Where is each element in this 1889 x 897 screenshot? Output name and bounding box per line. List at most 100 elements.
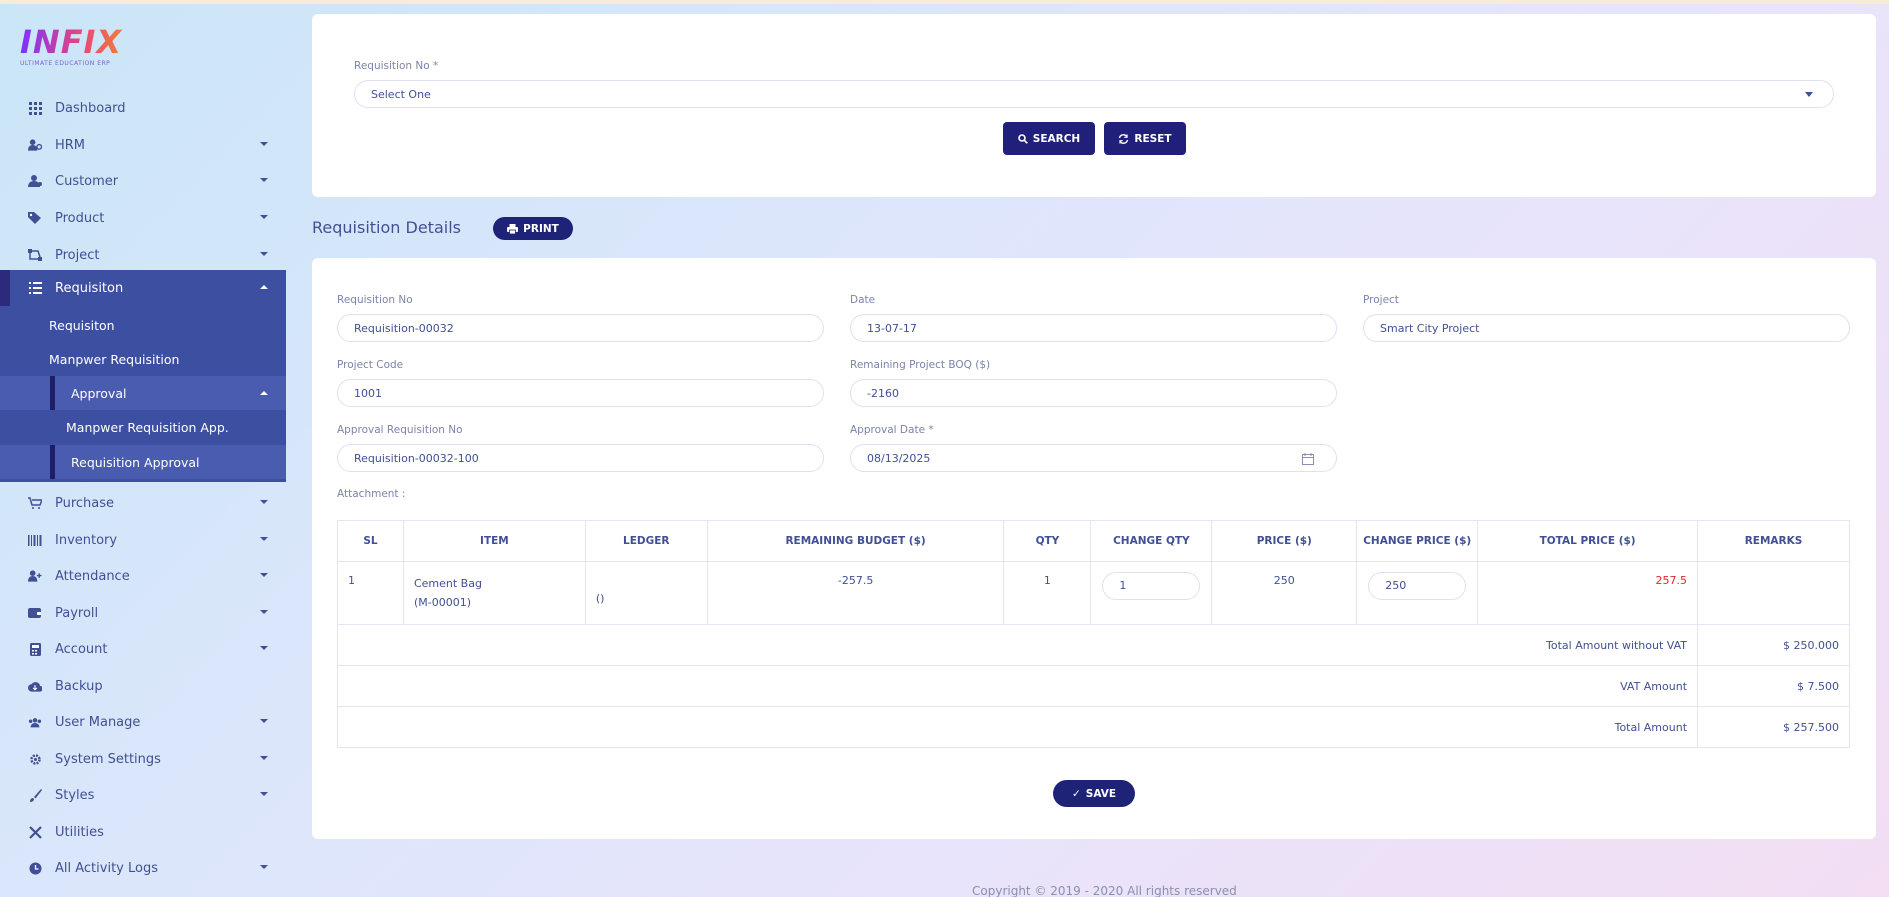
col-sl: SL <box>337 520 404 562</box>
printer-icon <box>507 223 519 234</box>
cell-change-qty: 1 <box>1090 561 1213 625</box>
col-remarks: REMARKS <box>1697 520 1850 562</box>
col-ledger: LEDGER <box>584 520 708 562</box>
submenu-item-label: Approval <box>71 385 127 401</box>
col-price: PRICE ($) <box>1211 520 1358 562</box>
chevron-down-icon <box>260 142 268 146</box>
sidebar-item-customer[interactable]: Customer <box>0 163 286 199</box>
col-change-qty: CHANGE QTY <box>1090 520 1213 562</box>
col-change-price: CHANGE PRICE ($) <box>1356 520 1479 562</box>
cell-remaining: -257.5 <box>706 561 1005 625</box>
active-indicator <box>0 270 10 306</box>
sidebar-item-label: Inventory <box>55 532 118 548</box>
details-card: Requisition No Requisition-00032 Date 13… <box>312 258 1876 839</box>
sidebar-item-account[interactable]: Account <box>0 631 286 667</box>
sidebar-item-attendance[interactable]: Attendance <box>0 558 286 594</box>
approval-date-field[interactable]: 08/13/2025 <box>850 444 1337 472</box>
submenu-item-label: Requisiton <box>49 317 115 333</box>
sidebar-item-label: User Manage <box>55 714 141 730</box>
search-button[interactable]: SEARCH <box>1003 122 1095 155</box>
save-button[interactable]: ✓ SAVE <box>1053 780 1135 807</box>
user-plus-icon <box>28 569 42 583</box>
calendar-icon[interactable] <box>1302 453 1314 465</box>
submenu-item-label: Requisition Approval <box>71 454 200 470</box>
chevron-down-icon <box>260 756 268 760</box>
col-total-price: TOTAL PRICE ($) <box>1477 520 1699 562</box>
sidebar-item-purchase[interactable]: Purchase <box>0 485 286 521</box>
requisition-no-select[interactable]: Select One <box>354 80 1834 108</box>
print-button-label: PRINT <box>523 222 559 235</box>
chevron-down-icon <box>260 610 268 614</box>
chevron-down-icon <box>260 792 268 796</box>
field-value: Requisition-00032-100 <box>354 451 479 465</box>
sidebar-item-label: Attendance <box>55 568 130 584</box>
date-label: Date <box>850 294 876 306</box>
sidebar-item-user-manage[interactable]: User Manage <box>0 704 286 740</box>
sidebar: INFIX ULTIMATE EDUCATION ERP Dashboard H… <box>0 4 286 897</box>
sidebar-item-requisiton[interactable]: Requisiton <box>0 270 286 306</box>
check-icon: ✓ <box>1071 787 1081 800</box>
requisition-no-label: Requisition No * <box>354 60 439 72</box>
project-code-field[interactable]: 1001 <box>337 379 824 407</box>
sidebar-item-label: Purchase <box>55 495 115 511</box>
cell-qty: 1 <box>1003 561 1092 625</box>
submenu-item-label: Manpwer Requisition App. <box>66 419 229 435</box>
sidebar-item-label: All Activity Logs <box>55 860 158 876</box>
sidebar-item-payroll[interactable]: Payroll <box>0 595 286 631</box>
sidebar-item-activity-logs[interactable]: All Activity Logs <box>0 850 286 886</box>
logo[interactable]: INFIX ULTIMATE EDUCATION ERP <box>20 26 140 72</box>
sidebar-item-label: Dashboard <box>55 100 126 116</box>
sidebar-item-inventory[interactable]: Inventory <box>0 522 286 558</box>
logo-subtitle: ULTIMATE EDUCATION ERP <box>20 60 111 67</box>
grand-total-row: Total Amount $ 257.500 <box>336 706 1850 748</box>
reset-button-label: RESET <box>1134 132 1172 145</box>
sidebar-item-label: Account <box>55 641 108 657</box>
sidebar-item-hrm[interactable]: HRM <box>0 127 286 163</box>
sidebar-item-label: Backup <box>55 678 103 694</box>
sidebar-item-label: System Settings <box>55 751 161 767</box>
reset-button[interactable]: RESET <box>1104 122 1186 155</box>
user-icon <box>28 174 42 188</box>
select-value: Select One <box>371 87 431 101</box>
change-qty-input[interactable]: 1 <box>1102 572 1201 600</box>
submenu-item-manpower-approval[interactable]: Manpwer Requisition App. <box>0 410 286 444</box>
approval-req-no-field[interactable]: Requisition-00032-100 <box>337 444 824 472</box>
item-name: Cement Bag <box>413 577 482 590</box>
field-value: 1001 <box>354 386 382 400</box>
submenu-item-requisiton[interactable]: Requisiton <box>0 308 286 342</box>
logo-text: INFIX <box>20 26 140 58</box>
sidebar-item-label: Product <box>55 210 105 226</box>
submenu-item-requisition-approval[interactable]: Requisition Approval <box>0 445 286 479</box>
submenu-item-manpower-requisition[interactable]: Manpwer Requisition <box>0 342 286 376</box>
sitemap-icon <box>28 248 42 262</box>
sidebar-item-system-settings[interactable]: System Settings <box>0 741 286 777</box>
item-code: (M-00001) <box>413 596 471 609</box>
vat-row: VAT Amount $ 7.500 <box>336 665 1850 707</box>
submenu-item-approval[interactable]: Approval <box>0 376 286 410</box>
date-field[interactable]: 13-07-17 <box>850 314 1337 342</box>
sidebar-item-backup[interactable]: Backup <box>0 668 286 704</box>
sidebar-item-styles[interactable]: Styles <box>0 777 286 813</box>
remaining-boq-label: Remaining Project BOQ ($) <box>850 359 991 371</box>
remaining-boq-field[interactable]: -2160 <box>850 379 1337 407</box>
search-icon <box>1017 133 1028 144</box>
cart-icon <box>28 496 42 510</box>
requisition-no-field[interactable]: Requisition-00032 <box>337 314 824 342</box>
requisition-no-label: Requisition No <box>337 294 413 306</box>
sidebar-item-label: Customer <box>55 173 119 189</box>
sidebar-item-dashboard[interactable]: Dashboard <box>0 90 286 126</box>
field-value: Smart City Project <box>1380 321 1480 335</box>
project-field[interactable]: Smart City Project <box>1363 314 1850 342</box>
search-card: Requisition No * Select One SEARCH RESET <box>312 14 1876 197</box>
print-button[interactable]: PRINT <box>493 217 573 240</box>
project-label: Project <box>1363 294 1399 306</box>
sidebar-item-label: Requisiton <box>55 280 124 296</box>
sidebar-item-project[interactable]: Project <box>0 237 286 273</box>
sidebar-item-product[interactable]: Product <box>0 200 286 236</box>
active-indicator <box>50 445 55 479</box>
footer-copyright: Copyright © 2019 - 2020 All rights reser… <box>972 884 1237 897</box>
approval-req-no-label: Approval Requisition No <box>337 424 463 436</box>
sidebar-item-utilities[interactable]: Utilities <box>0 814 286 850</box>
change-price-input[interactable]: 250 <box>1368 572 1467 600</box>
cell-total-price: 257.5 <box>1477 561 1699 625</box>
